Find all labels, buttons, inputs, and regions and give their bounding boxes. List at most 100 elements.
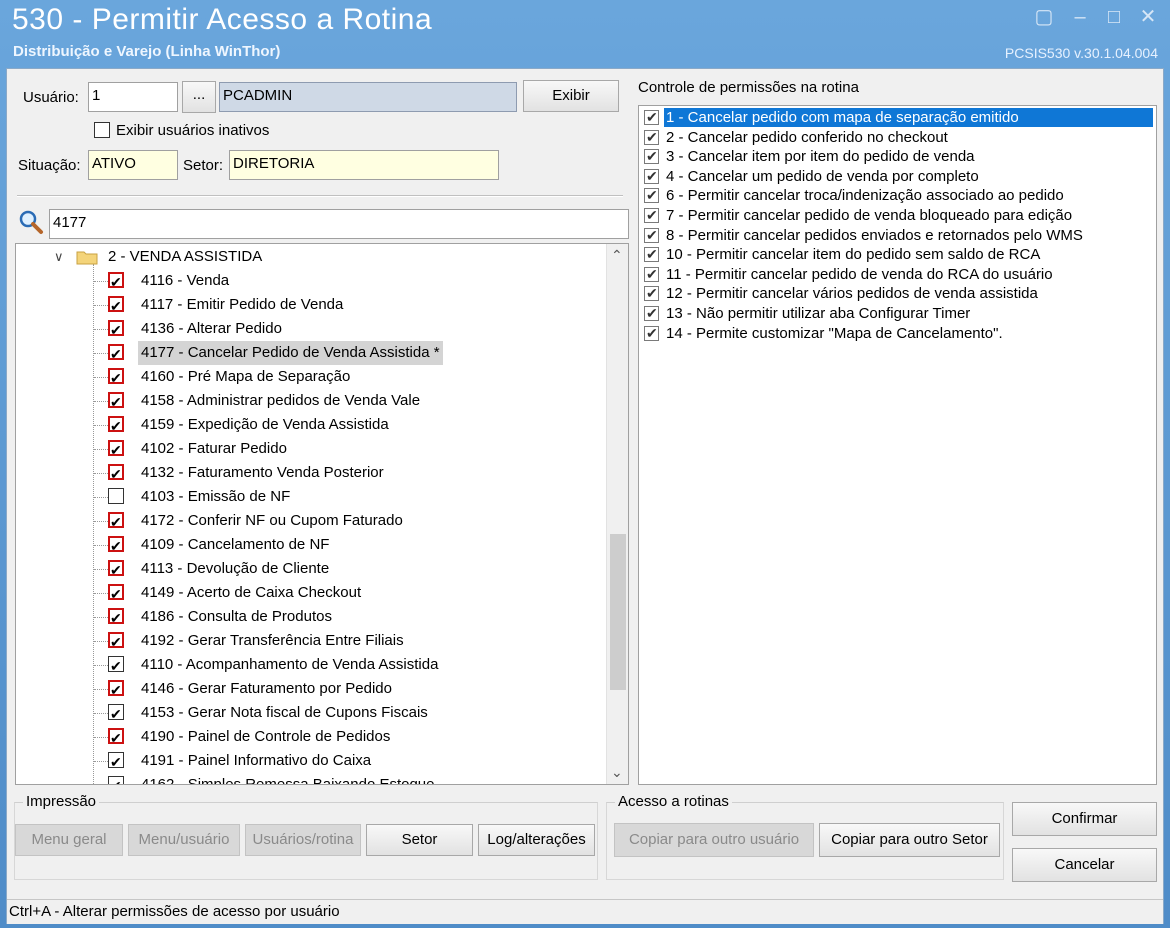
permission-label: 14 - Permite customizar "Mapa de Cancela…: [666, 324, 1003, 342]
maximize-icon[interactable]: □: [1100, 4, 1128, 30]
permission-checkbox[interactable]: [644, 108, 659, 127]
tree-item-label: 4136 - Alterar Pedido: [141, 320, 282, 337]
permission-item[interactable]: 8 - Permitir cancelar pedidos enviados e…: [642, 226, 1153, 246]
permission-checkbox[interactable]: [644, 245, 659, 264]
permission-item[interactable]: 10 - Permitir cancelar item do pedido se…: [642, 245, 1153, 265]
tree-item[interactable]: 4117 - Emitir Pedido de Venda: [16, 293, 606, 318]
chevron-down-icon[interactable]: ∨: [54, 245, 64, 269]
tree-item[interactable]: 4153 - Gerar Nota fiscal de Cupons Fisca…: [16, 701, 606, 726]
permission-item[interactable]: 6 - Permitir cancelar troca/indenização …: [642, 186, 1153, 206]
tree-item[interactable]: 4191 - Painel Informativo do Caixa: [16, 749, 606, 774]
permission-checkbox[interactable]: [644, 167, 659, 186]
permission-checkbox[interactable]: [644, 304, 659, 323]
permission-item[interactable]: 2 - Cancelar pedido conferido no checkou…: [642, 128, 1153, 148]
permission-item[interactable]: 13 - Não permitir utilizar aba Configura…: [642, 304, 1153, 324]
tree-item[interactable]: 4146 - Gerar Faturamento por Pedido: [16, 677, 606, 702]
tree-item-checkbox[interactable]: [108, 390, 124, 414]
acesso-label: Acesso a rotinas: [615, 793, 732, 810]
tree-item[interactable]: 4172 - Conferir NF ou Cupom Faturado: [16, 509, 606, 534]
tree-item[interactable]: 4136 - Alterar Pedido: [16, 317, 606, 342]
tree-item-label: 4146 - Gerar Faturamento por Pedido: [141, 680, 392, 697]
permission-checkbox[interactable]: [644, 284, 659, 303]
tree-item[interactable]: 4109 - Cancelamento de NF: [16, 533, 606, 558]
tree-item-checkbox[interactable]: [108, 582, 124, 606]
tree-item-checkbox[interactable]: [108, 414, 124, 438]
menu-geral-button[interactable]: Menu geral: [15, 824, 123, 856]
tree-item-checkbox[interactable]: [108, 774, 124, 784]
tree-item-checkbox[interactable]: [108, 318, 124, 342]
permission-checkbox[interactable]: [644, 265, 659, 284]
tree-item-checkbox[interactable]: [108, 488, 124, 504]
log-alteracoes-button[interactable]: Log/alterações: [478, 824, 595, 856]
permission-item[interactable]: 12 - Permitir cancelar vários pedidos de…: [642, 284, 1153, 304]
inativos-check-box[interactable]: [94, 122, 110, 139]
tree-item-checkbox[interactable]: [108, 462, 124, 486]
search-icon: [18, 209, 46, 237]
minimize-icon[interactable]: –: [1066, 4, 1094, 30]
permission-checkbox[interactable]: [644, 186, 659, 205]
tree-item[interactable]: 4159 - Expedição de Venda Assistida: [16, 413, 606, 438]
tree-item-label: 4110 - Acompanhamento de Venda Assistida: [141, 656, 439, 673]
tree-item-checkbox[interactable]: [108, 558, 124, 582]
tree-item-checkbox[interactable]: [108, 726, 124, 750]
chevron-down-icon[interactable]: ⌄: [611, 764, 623, 781]
tree-item[interactable]: 4177 - Cancelar Pedido de Venda Assistid…: [16, 341, 606, 366]
tree-item[interactable]: 4103 - Emissão de NF: [16, 485, 606, 509]
tree-group-row[interactable]: ∨ 2 - VENDA ASSISTIDA: [16, 245, 606, 269]
tree-item[interactable]: 4102 - Faturar Pedido: [16, 437, 606, 462]
tree-item-checkbox[interactable]: [108, 678, 124, 702]
tree-item-checkbox[interactable]: [108, 342, 124, 366]
tree-item[interactable]: 4110 - Acompanhamento de Venda Assistida: [16, 653, 606, 678]
copiar-usuario-button[interactable]: Copiar para outro usuário: [614, 823, 814, 857]
tree-item[interactable]: 4162 - Simples Remessa Baixando Estoque: [16, 773, 606, 784]
permission-item[interactable]: 14 - Permite customizar "Mapa de Cancela…: [642, 324, 1153, 344]
cancelar-button[interactable]: Cancelar: [1012, 848, 1157, 882]
tree-item-checkbox[interactable]: [108, 294, 124, 318]
permission-item[interactable]: 7 - Permitir cancelar pedido de venda bl…: [642, 206, 1153, 226]
copiar-setor-button[interactable]: Copiar para outro Setor: [819, 823, 1000, 857]
menu-usuario-button[interactable]: Menu/usuário: [128, 824, 240, 856]
tree-item-checkbox[interactable]: [108, 366, 124, 390]
permission-checkbox[interactable]: [644, 226, 659, 245]
tree-item-checkbox[interactable]: [108, 534, 124, 558]
tree-item[interactable]: 4132 - Faturamento Venda Posterior: [16, 461, 606, 486]
exibir-button[interactable]: Exibir: [523, 80, 619, 112]
tree-item[interactable]: 4160 - Pré Mapa de Separação: [16, 365, 606, 390]
permission-checkbox[interactable]: [644, 128, 659, 147]
tree-item-checkbox[interactable]: [108, 750, 124, 774]
tree-scrollbar[interactable]: ⌃ ⌄: [606, 244, 628, 784]
search-input[interactable]: 4177: [49, 209, 629, 239]
tree-item[interactable]: 4186 - Consulta de Produtos: [16, 605, 606, 630]
scroll-thumb[interactable]: [610, 534, 626, 690]
usuario-input[interactable]: 1: [88, 82, 178, 112]
tree-item[interactable]: 4113 - Devolução de Cliente: [16, 557, 606, 582]
permission-item[interactable]: 4 - Cancelar um pedido de venda por comp…: [642, 167, 1153, 187]
permission-item[interactable]: 11 - Permitir cancelar pedido de venda d…: [642, 265, 1153, 285]
usuarios-rotina-button[interactable]: Usuários/rotina: [245, 824, 361, 856]
tree-item-checkbox[interactable]: [108, 438, 124, 462]
tree-item[interactable]: 4158 - Administrar pedidos de Venda Vale: [16, 389, 606, 414]
permission-checkbox[interactable]: [644, 206, 659, 225]
tree-item[interactable]: 4192 - Gerar Transferência Entre Filiais: [16, 629, 606, 654]
tree-item[interactable]: 4149 - Acerto de Caixa Checkout: [16, 581, 606, 606]
inativos-checkbox[interactable]: [94, 121, 110, 139]
tree-item-checkbox[interactable]: [108, 270, 124, 294]
confirmar-button[interactable]: Confirmar: [1012, 802, 1157, 836]
version-label: PCSIS530 v.30.1.04.004: [1004, 45, 1158, 61]
chevron-up-icon[interactable]: ⌃: [611, 247, 623, 264]
tree-item-checkbox[interactable]: [108, 510, 124, 534]
browse-user-button[interactable]: ...: [182, 81, 216, 113]
setor-button[interactable]: Setor: [366, 824, 473, 856]
tree-item-checkbox[interactable]: [108, 654, 124, 678]
tree-item-checkbox[interactable]: [108, 630, 124, 654]
tree-item-checkbox[interactable]: [108, 702, 124, 726]
restore-icon[interactable]: ▢: [1030, 4, 1058, 30]
permission-checkbox[interactable]: [644, 324, 659, 343]
tree-item-checkbox[interactable]: [108, 606, 124, 630]
permission-item[interactable]: 3 - Cancelar item por item do pedido de …: [642, 147, 1153, 167]
permission-checkbox[interactable]: [644, 147, 659, 166]
permission-item[interactable]: 1 - Cancelar pedido com mapa de separaçã…: [642, 108, 1153, 128]
tree-item[interactable]: 4116 - Venda: [16, 269, 606, 294]
close-icon[interactable]: ✕: [1134, 4, 1162, 30]
tree-item[interactable]: 4190 - Painel de Controle de Pedidos: [16, 725, 606, 750]
